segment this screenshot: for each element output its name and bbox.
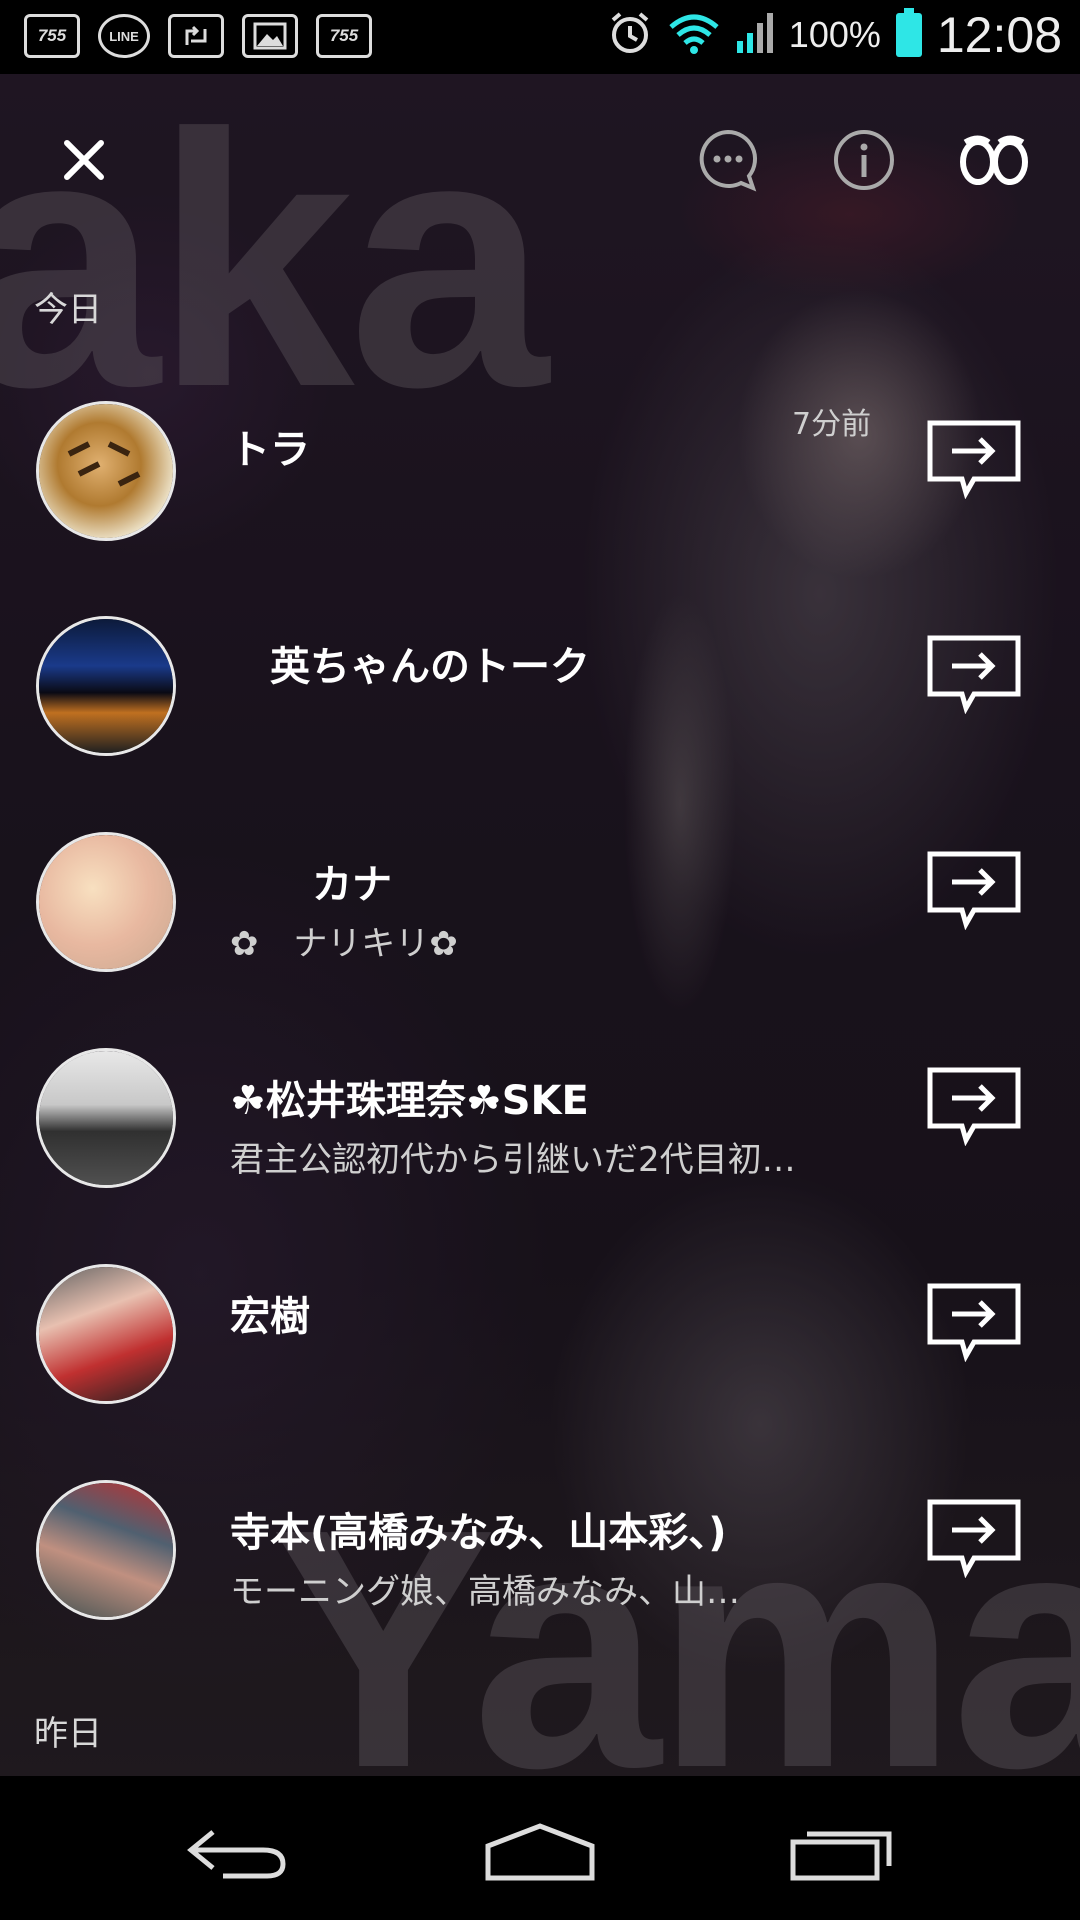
cell-signal-icon — [735, 11, 775, 59]
chat-preview: ✿ ナリキリ✿ — [230, 924, 458, 964]
recent-apps-icon — [790, 1831, 892, 1881]
avatar — [36, 1480, 176, 1620]
chat-list-item[interactable]: トラ 7分前 — [0, 375, 1080, 555]
chat-list-item[interactable]: 宏樹 — [0, 1238, 1080, 1418]
avatar — [36, 616, 176, 756]
navigation-bar — [0, 1776, 1080, 1920]
home-icon — [485, 1823, 595, 1881]
chat-list-item[interactable]: 英ちゃんのトーク — [0, 590, 1080, 770]
info-button[interactable] — [828, 124, 900, 196]
battery-icon — [895, 8, 923, 62]
eyes-icon — [960, 135, 1028, 185]
avatar — [36, 832, 176, 972]
enter-chat-button[interactable] — [926, 850, 1022, 931]
chat-name: トラ — [230, 427, 310, 473]
enter-chat-icon — [927, 635, 1021, 715]
flower-icon: ✿ — [429, 924, 458, 964]
image-notification-icon — [242, 14, 298, 58]
status-bar: 755 LINE 755 100% 12:08 — [0, 0, 1080, 74]
wifi-icon — [667, 11, 721, 59]
chat-list-item[interactable]: 寺本(高橋みなみ、山本彩、) モーニング娘、高橋みなみ、山… — [0, 1454, 1080, 1634]
enter-chat-button[interactable] — [926, 1282, 1022, 1363]
share-notification-icon — [168, 14, 224, 58]
chat-list-item[interactable]: ☘松井珠理奈☘SKE 君主公認初代から引継いだ2代目初… — [0, 1022, 1080, 1202]
chat-preview: 君主公認初代から引継いだ2代目初… — [230, 1140, 796, 1180]
chat-name: 英ちゃんのトーク — [270, 644, 590, 690]
app-755-notification-icon: 755 — [316, 14, 372, 58]
chat-name: カナ — [312, 862, 392, 908]
chat-list-item[interactable]: カナ ✿ ナリキリ✿ — [0, 806, 1080, 986]
section-label-today: 今日 — [34, 290, 102, 330]
hidden-chats-button[interactable] — [958, 124, 1030, 196]
info-icon — [834, 130, 894, 190]
alarm-icon — [607, 10, 653, 60]
chat-name: ☘松井珠理奈☘SKE — [230, 1078, 589, 1124]
clover-icon: ☘ — [465, 1078, 502, 1124]
app-755-notification-icon: 755 — [24, 14, 80, 58]
section-label-yesterday: 昨日 — [34, 1714, 102, 1754]
close-button[interactable] — [48, 124, 120, 196]
enter-chat-button[interactable] — [926, 1498, 1022, 1579]
chat-name: 寺本(高橋みなみ、山本彩、) — [230, 1510, 727, 1556]
avatar — [36, 1048, 176, 1188]
chat-name: 宏樹 — [230, 1294, 310, 1340]
chat-time: 7分前 — [792, 407, 872, 442]
enter-chat-icon — [927, 1067, 1021, 1147]
line-notification-icon: LINE — [98, 14, 150, 58]
close-icon — [64, 140, 104, 180]
enter-chat-icon — [927, 1283, 1021, 1363]
enter-chat-icon — [927, 420, 1021, 500]
chat-button[interactable] — [692, 124, 764, 196]
clock: 12:08 — [936, 7, 1062, 63]
enter-chat-button[interactable] — [926, 634, 1022, 715]
clover-icon: ☘ — [230, 1078, 266, 1124]
enter-chat-icon — [927, 851, 1021, 931]
battery-percent: 100% — [788, 14, 881, 55]
avatar — [36, 1264, 176, 1404]
chat-bubble-icon — [699, 129, 757, 192]
recent-apps-button[interactable] — [782, 1812, 902, 1892]
flower-icon: ✿ — [230, 924, 259, 964]
back-icon — [187, 1830, 286, 1879]
enter-chat-icon — [927, 1499, 1021, 1579]
avatar — [36, 401, 176, 541]
enter-chat-button[interactable] — [926, 419, 1022, 500]
back-button[interactable] — [178, 1812, 298, 1892]
home-button[interactable] — [480, 1812, 600, 1892]
enter-chat-button[interactable] — [926, 1066, 1022, 1147]
chat-preview: モーニング娘、高橋みなみ、山… — [230, 1572, 740, 1612]
